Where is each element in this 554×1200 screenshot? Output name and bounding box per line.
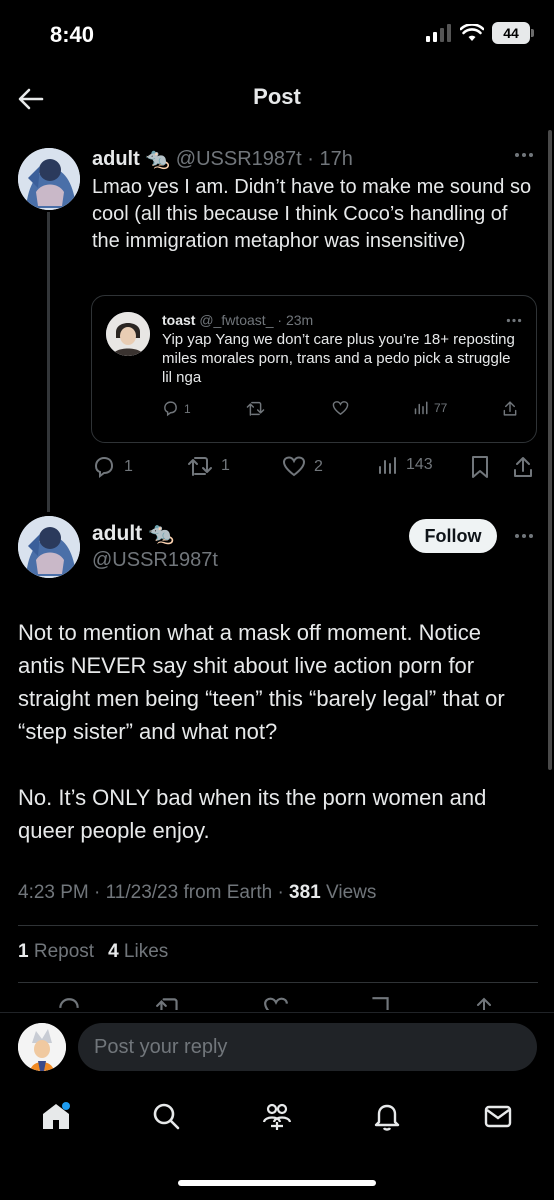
- main-post-actions: [0, 996, 554, 1010]
- quoted-author-name[interactable]: toast: [162, 312, 195, 328]
- parent-post-actions: 1 1 2 143: [92, 455, 538, 485]
- reply-icon: [94, 456, 114, 478]
- avatar[interactable]: [18, 148, 80, 210]
- divider: [18, 925, 538, 926]
- like-stat[interactable]: 4 Likes: [108, 941, 168, 963]
- share-icon: [503, 401, 517, 416]
- repost-count: 1: [221, 457, 230, 474]
- post-text: Lmao yes I am. Didn’t have to make me so…: [92, 176, 532, 252]
- author-name[interactable]: adult 🐀: [92, 522, 174, 546]
- cellular-signal-icon: [426, 24, 451, 42]
- search-icon[interactable]: [150, 1100, 182, 1132]
- like-stat-label: Likes: [123, 941, 169, 962]
- follow-button[interactable]: Follow: [409, 519, 497, 553]
- bookmark-button[interactable]: [470, 455, 490, 479]
- repost-stat[interactable]: 1 Repost: [18, 941, 94, 963]
- quoted-meta: toast @_fwtoast_ · 23m: [162, 312, 314, 328]
- like-button[interactable]: 2: [282, 455, 323, 479]
- status-icons: 44: [426, 22, 534, 44]
- heart-icon[interactable]: [263, 996, 289, 1010]
- timestamp-text[interactable]: 4:23 PM · 11/23/23 from Earth ·: [18, 882, 289, 903]
- repost-icon: [188, 457, 212, 476]
- avatar[interactable]: [18, 1023, 66, 1071]
- like-count: 2: [314, 458, 323, 475]
- views-icon: [414, 401, 428, 415]
- reply-icon[interactable]: [56, 996, 82, 1010]
- repost-stat-label: Repost: [33, 941, 95, 962]
- views-icon: [379, 457, 396, 474]
- views-button[interactable]: 143: [378, 455, 433, 475]
- quoted-author-handle[interactable]: @_fwtoast_: [199, 312, 273, 328]
- scrollbar[interactable]: [548, 130, 552, 770]
- views-count: 143: [406, 456, 433, 473]
- heart-icon: [332, 401, 349, 416]
- post-paragraph: Not to mention what a mask off moment. N…: [18, 620, 505, 744]
- messages-icon[interactable]: [482, 1100, 514, 1132]
- author-name[interactable]: adult 🐀: [92, 148, 170, 170]
- quoted-views[interactable]: 77: [414, 400, 447, 415]
- home-indicator[interactable]: [178, 1180, 376, 1186]
- bookmark-icon[interactable]: [369, 996, 391, 1010]
- reply-count: 1: [124, 458, 133, 475]
- post-paragraph: No. It’s ONLY bad when its the porn wome…: [18, 785, 487, 843]
- heart-icon: [282, 456, 306, 477]
- post-age: 17h: [319, 148, 353, 170]
- post-body: Not to mention what a mask off moment. N…: [18, 616, 518, 880]
- reply-composer: [0, 1012, 554, 1082]
- post-stats: 1 Repost 4 Likes: [18, 941, 168, 963]
- author-handle[interactable]: @USSR1987t: [176, 148, 302, 170]
- author-name-text: adult: [92, 522, 143, 545]
- more-options-icon[interactable]: [506, 318, 522, 323]
- top-bar: Post: [0, 70, 554, 130]
- thread-line: [47, 212, 50, 512]
- share-icon: [514, 457, 532, 477]
- quoted-like-button[interactable]: [332, 400, 349, 417]
- battery-indicator: 44: [492, 22, 534, 44]
- post-timestamp: 4:23 PM · 11/23/23 from Earth · 381 View…: [18, 882, 376, 904]
- repost-icon[interactable]: [155, 996, 183, 1010]
- quoted-reply-count: 1: [184, 401, 191, 416]
- page-title: Post: [253, 84, 301, 109]
- rat-emoji: 🐀: [148, 522, 175, 545]
- reply-button[interactable]: 1: [92, 455, 133, 479]
- views-label: Views: [320, 882, 377, 903]
- repost-stat-count: 1: [18, 941, 29, 962]
- quoted-actions: 1 77: [162, 400, 522, 420]
- status-time: 8:40: [50, 22, 95, 47]
- reply-icon: [164, 401, 177, 417]
- more-options-icon[interactable]: [514, 152, 534, 158]
- wifi-icon: [460, 24, 484, 41]
- post-meta: adult 🐀 @USSR1987t · 17h: [92, 148, 353, 170]
- share-button[interactable]: [512, 455, 534, 479]
- repost-icon: [246, 401, 265, 416]
- author-handle[interactable]: @USSR1987t: [92, 549, 218, 572]
- like-stat-count: 4: [108, 941, 119, 962]
- reply-input[interactable]: [78, 1023, 537, 1071]
- avatar[interactable]: [18, 516, 80, 578]
- status-bar: 8:40 44: [0, 0, 554, 70]
- views-count: 381: [289, 882, 321, 903]
- more-options-icon[interactable]: [514, 533, 534, 539]
- quoted-post[interactable]: toast @_fwtoast_ · 23m Yip yap Yang we d…: [91, 295, 537, 443]
- share-icon[interactable]: [473, 996, 495, 1010]
- repost-button[interactable]: 1: [187, 455, 230, 477]
- quoted-views-count: 77: [434, 400, 448, 415]
- divider: [18, 982, 538, 983]
- bookmark-icon: [472, 456, 488, 478]
- quoted-age: 23m: [285, 312, 314, 328]
- quoted-text: Yip yap Yang we don’t care plus you’re 1…: [162, 331, 515, 386]
- quoted-repost-button[interactable]: [246, 400, 265, 417]
- quoted-reply-button[interactable]: 1: [162, 400, 191, 417]
- communities-icon[interactable]: [261, 1100, 293, 1132]
- notifications-icon[interactable]: [371, 1100, 403, 1132]
- quoted-share-button[interactable]: [502, 400, 518, 417]
- avatar[interactable]: [106, 312, 150, 356]
- home-icon[interactable]: [40, 1100, 72, 1132]
